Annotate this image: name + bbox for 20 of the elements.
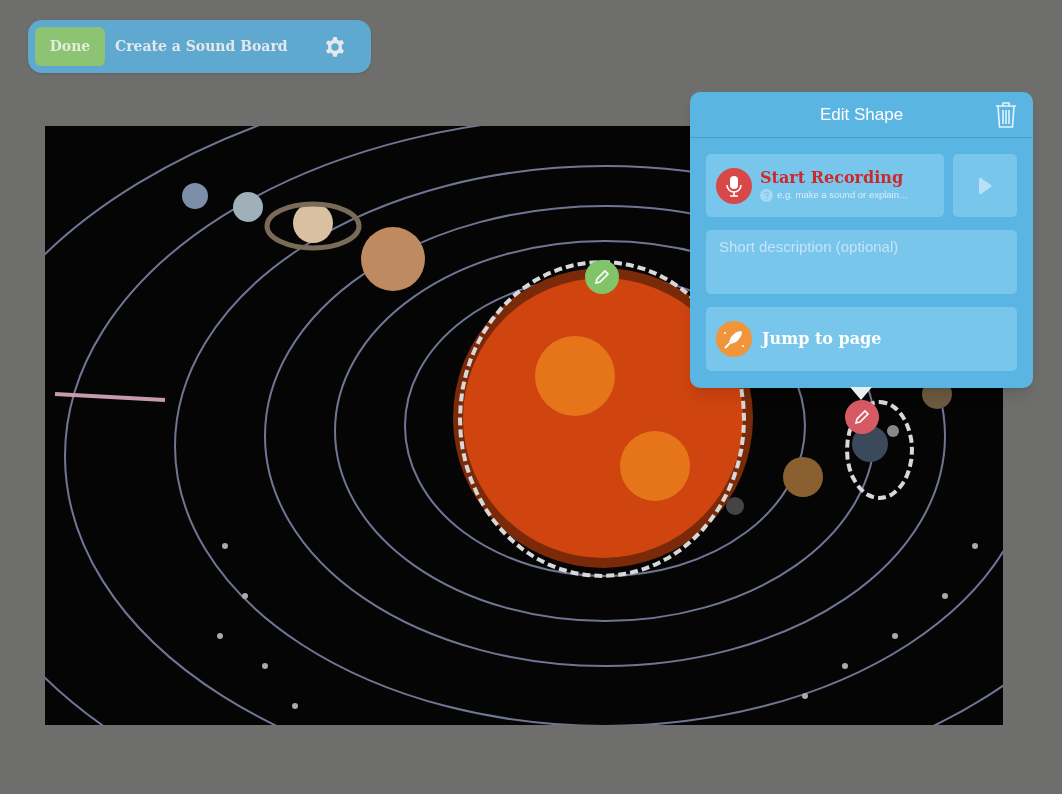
- shape-outline[interactable]: [845, 400, 914, 500]
- planet: [726, 497, 744, 515]
- planet: [783, 457, 823, 497]
- panel-title: Edit Shape: [819, 103, 904, 126]
- pencil-icon: [853, 409, 870, 425]
- jump-to-page-button[interactable]: Jump to page: [706, 307, 1017, 371]
- planet: [182, 183, 208, 209]
- start-recording-button[interactable]: Start Recording e.g. make a sound or explain…: [706, 154, 944, 217]
- toolbar-title: Create a Sound Board: [115, 37, 288, 56]
- recording-hint: e.g. make a sound or explain…: [777, 188, 909, 203]
- play-icon: [978, 176, 992, 195]
- popover-pointer-tooltip: [850, 387, 872, 400]
- pencil-icon: [594, 269, 610, 285]
- planet: [361, 227, 425, 291]
- done-button[interactable]: Done: [35, 27, 105, 66]
- description-field[interactable]: Short description (optional): [706, 230, 1017, 294]
- microphone-icon: [716, 167, 752, 204]
- moon: [887, 425, 899, 437]
- planet: [852, 426, 888, 462]
- planet: [233, 192, 263, 222]
